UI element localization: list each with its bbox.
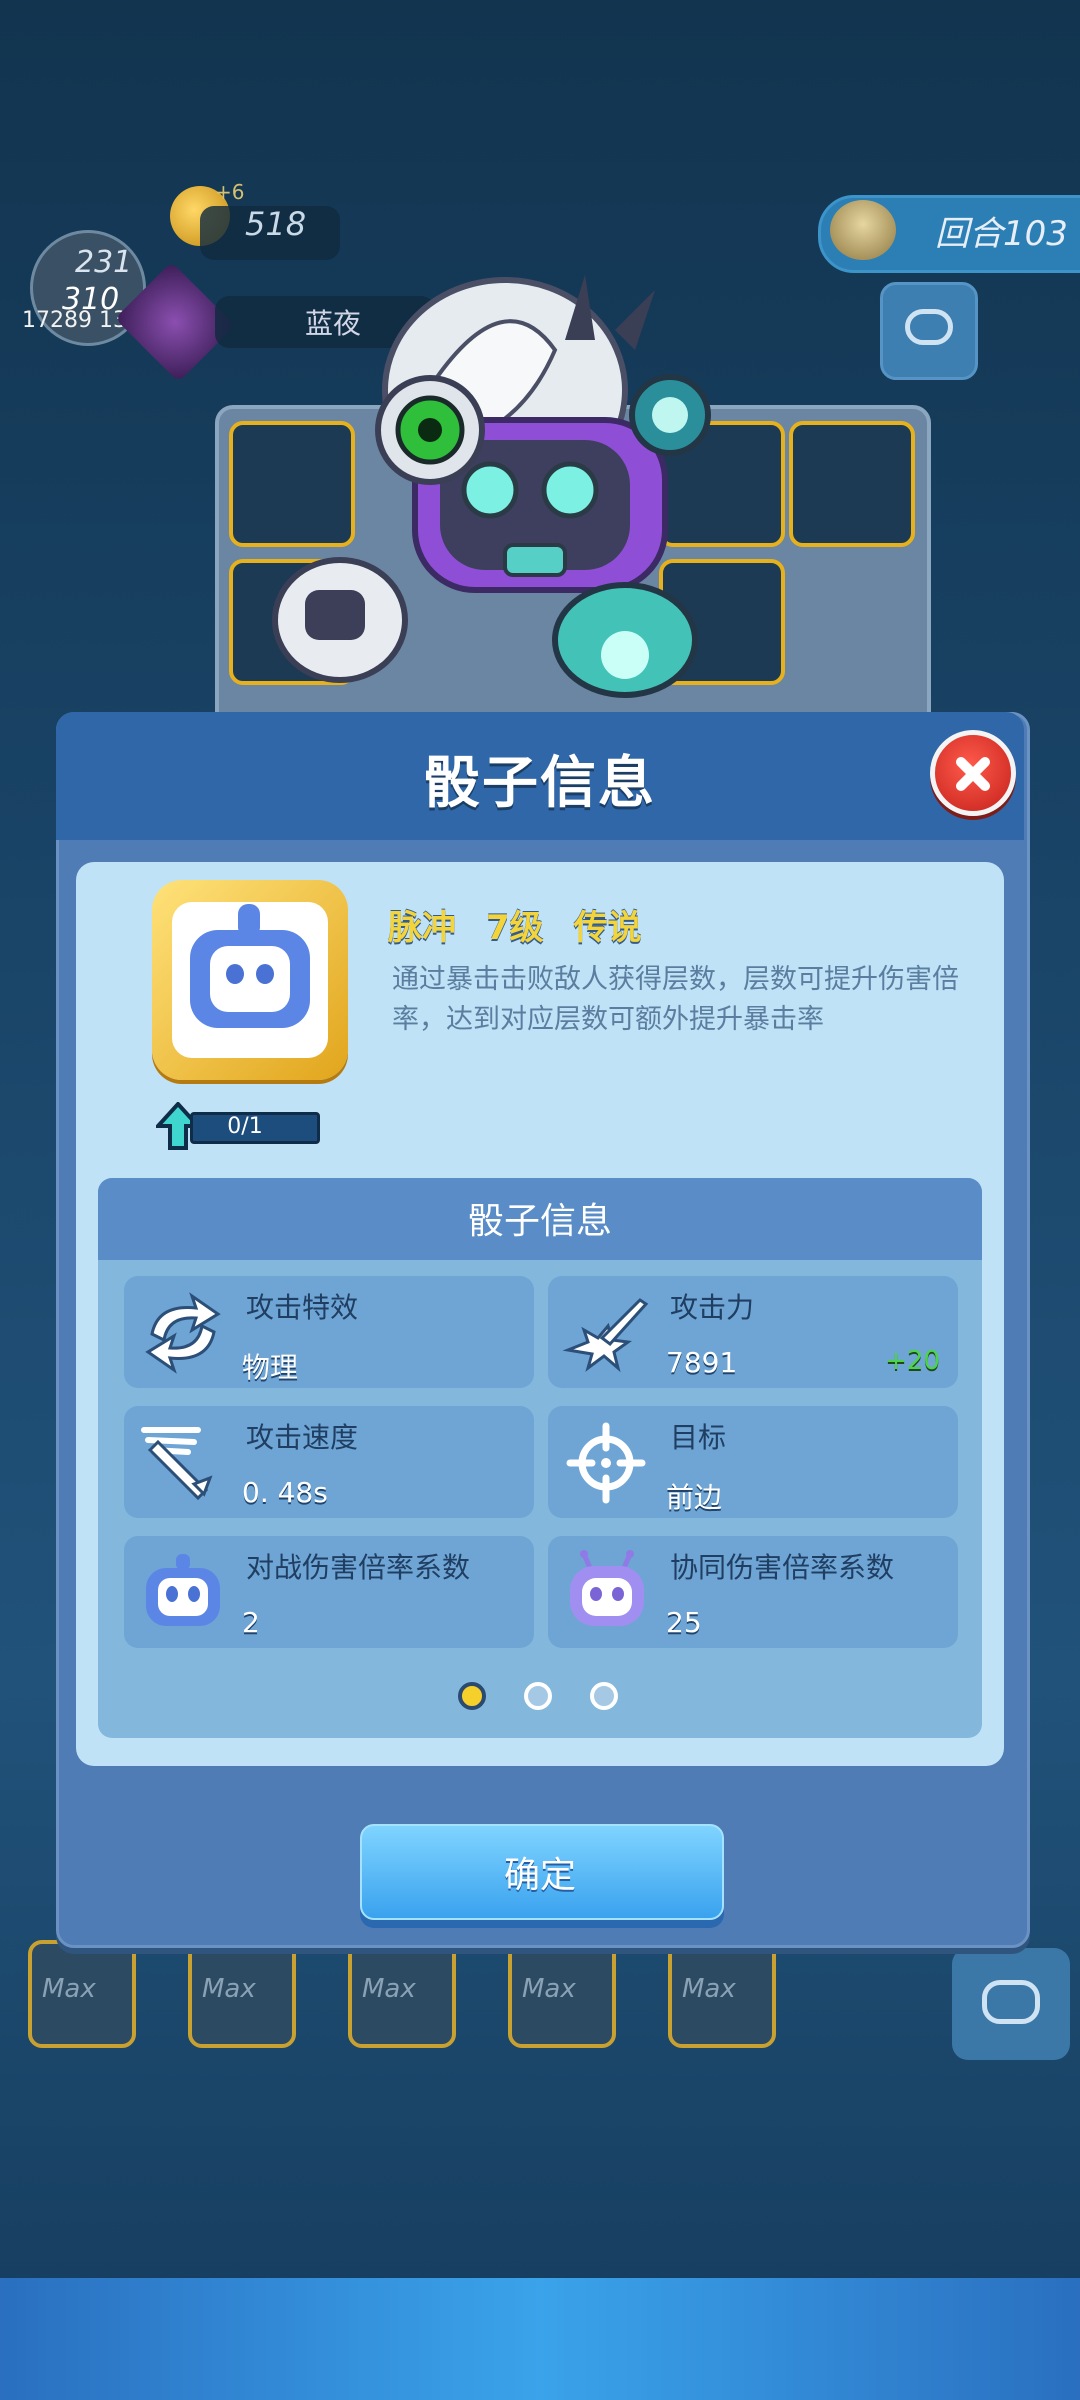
stat-attack-speed: 攻击速度 0. 48s — [124, 1406, 534, 1518]
confirm-label: 确定 — [503, 1855, 576, 1896]
deck-dice-slot[interactable]: Max — [188, 1940, 296, 2048]
chat-button[interactable] — [880, 282, 978, 380]
key-count: 518 — [245, 205, 307, 243]
stat-label: 对战伤害倍率系数 — [246, 1551, 471, 1584]
chat-button-secondary[interactable] — [952, 1948, 1070, 2060]
max-label: Max — [362, 1974, 416, 2004]
dice-rarity: 传说 — [573, 908, 642, 948]
max-label: Max — [42, 1974, 96, 2004]
stat-value: 物理 — [242, 1351, 299, 1384]
sword-burst-icon — [562, 1298, 649, 1373]
stats-title: 骰子信息 — [467, 1201, 612, 1242]
swap-arrows-icon — [145, 1292, 221, 1374]
bottom-bar — [0, 2278, 1080, 2400]
avatar-number-top: 231 — [75, 245, 133, 280]
max-label: Max — [202, 1974, 256, 2004]
stat-value: 25 — [666, 1606, 702, 1639]
board-tile[interactable] — [789, 421, 915, 547]
round-label: 回合103 — [935, 214, 1068, 254]
dice-title-line: 脉冲 7级 传说 — [388, 900, 672, 949]
stat-value: 前边 — [666, 1481, 723, 1514]
crosshair-icon — [566, 1422, 646, 1504]
dice-eye-right — [256, 964, 274, 984]
stat-label: 攻击力 — [670, 1291, 755, 1324]
dice-eye-left — [226, 964, 244, 984]
deck-dice-slot[interactable]: Max — [28, 1940, 136, 2048]
fast-sword-icon — [141, 1427, 213, 1501]
stat-value: 2 — [242, 1606, 260, 1639]
stat-value: 0. 48s — [242, 1476, 328, 1509]
robot-purple-icon — [570, 1550, 644, 1626]
stat-label: 攻击速度 — [246, 1421, 359, 1454]
page-dot-2[interactable] — [524, 1682, 552, 1710]
dice-antenna — [238, 904, 260, 932]
dialog-title: 骰子信息 — [424, 751, 656, 816]
close-button[interactable] — [930, 730, 1016, 816]
deck-dice-slot[interactable]: Max — [508, 1940, 616, 2048]
dice-name: 脉冲 — [388, 908, 456, 948]
chat-bubble-icon — [905, 309, 953, 345]
stat-label: 协同伤害倍率系数 — [670, 1551, 895, 1584]
deck-dice-slot[interactable]: Max — [348, 1940, 456, 2048]
stat-coop-multiplier: 协同伤害倍率系数 25 — [548, 1536, 958, 1648]
stat-target: 目标 前边 — [548, 1406, 958, 1518]
stat-label: 攻击特效 — [246, 1291, 359, 1324]
dice-robot-face — [210, 946, 290, 1012]
dice-level: 7级 — [486, 908, 544, 948]
boss-icon — [830, 200, 896, 260]
stat-bonus: +20 — [885, 1346, 940, 1376]
page-dot-3[interactable] — [590, 1682, 618, 1710]
dice-description: 通过暴击击败敌人获得层数，层数可提升伤害倍率，达到对应层数可额外提升暴击率 — [392, 964, 959, 1035]
key-bonus: +6 — [215, 180, 245, 204]
chat-bubble-icon — [982, 1980, 1040, 2024]
robot-character-illustration — [272, 275, 711, 698]
stat-value: 7891 — [666, 1346, 738, 1379]
robot-blue-icon — [146, 1554, 220, 1626]
stat-battle-multiplier: 对战伤害倍率系数 2 — [124, 1536, 534, 1648]
upgrade-progress-text: 0/1 — [227, 1114, 263, 1139]
stat-attack-power: 攻击力 7891 +20 — [548, 1276, 958, 1388]
max-label: Max — [682, 1974, 736, 2004]
max-label: Max — [522, 1974, 576, 2004]
stat-attack-effect: 攻击特效 物理 — [124, 1276, 534, 1388]
page-dot-1[interactable] — [458, 1682, 486, 1710]
deck-dice-slot[interactable]: Max — [668, 1940, 776, 2048]
stat-label: 目标 — [670, 1421, 727, 1454]
